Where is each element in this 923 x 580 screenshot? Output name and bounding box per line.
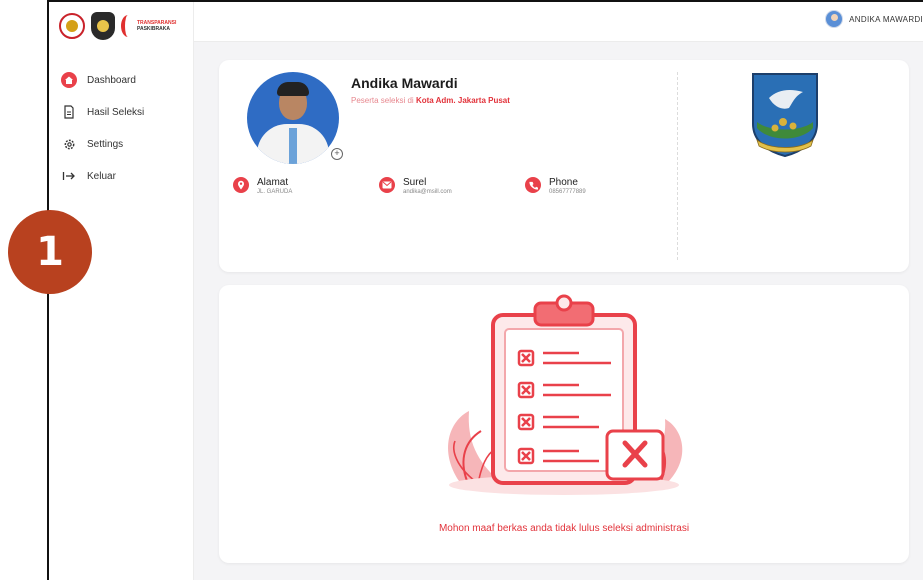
avatar[interactable]	[825, 10, 844, 28]
email-field: Surel andika@msill.com	[379, 177, 452, 197]
garuda-logo	[59, 13, 85, 39]
sidebar-item-label: Hasil Seleksi	[87, 106, 145, 118]
sidebar-item-keluar[interactable]: Keluar	[61, 160, 144, 192]
user-menu[interactable]: ANDIKA MAWARDI	[825, 10, 923, 28]
gear-icon	[61, 136, 77, 152]
logo-text-bottom: PASKIBRAKA	[137, 26, 170, 32]
sidebar-item-label: Keluar	[87, 170, 116, 182]
address-field: Alamat JL. GARUDA	[233, 177, 292, 197]
phone-value: 08567777889	[549, 189, 586, 195]
result-message: Mohon maaf berkas anda tidak lulus selek…	[438, 523, 690, 534]
sidebar-item-label: Dashboard	[87, 74, 136, 86]
sidebar-item-dashboard[interactable]: Dashboard	[61, 64, 144, 96]
address-value: JL. GARUDA	[257, 189, 293, 195]
region-emblem	[752, 73, 818, 158]
result-card: Mohon maaf berkas anda tidak lulus selek…	[219, 285, 909, 563]
profile-photo	[247, 72, 339, 164]
phone-icon	[525, 177, 541, 193]
step-badge: 1	[8, 210, 92, 294]
add-photo-icon[interactable]: +	[331, 148, 343, 160]
app-window: ANDIKA MAWARDI TRANSPARANSI PASKIBRAKA D…	[47, 0, 923, 580]
email-value: andika@msill.com	[403, 189, 452, 195]
subtitle-location: Kota Adm. Jakarta Pusat	[415, 96, 510, 105]
phone-label: Phone	[549, 177, 578, 188]
rejected-clipboard-illustration	[448, 294, 683, 495]
location-icon	[233, 177, 249, 193]
document-icon	[61, 104, 77, 120]
sidebar-item-label: Settings	[87, 138, 124, 150]
sidebar-item-hasil-seleksi[interactable]: Hasil Seleksi	[61, 96, 144, 128]
sidebar-item-settings[interactable]: Settings	[61, 128, 144, 160]
paskibraka-logo: TRANSPARANSI PASKIBRAKA	[121, 15, 176, 37]
phone-field: Phone 08567777889	[525, 177, 586, 197]
mail-icon	[379, 177, 395, 193]
profile-subtitle: Peserta seleksi di Kota Adm. Jakarta Pus…	[351, 96, 510, 105]
address-label: Alamat	[257, 177, 289, 188]
shield-logo	[91, 12, 115, 40]
sidebar: TRANSPARANSI PASKIBRAKA Dashboard Hasil …	[49, 2, 194, 580]
profile-card: + Andika Mawardi Peserta seleksi di Kota…	[219, 60, 909, 272]
email-label: Surel	[403, 177, 427, 188]
card-divider	[677, 72, 678, 260]
profile-name: Andika Mawardi	[351, 75, 458, 91]
sidebar-nav: Dashboard Hasil Seleksi Settings Keluar	[61, 64, 144, 192]
user-name: ANDIKA MAWARDI	[849, 14, 923, 24]
logout-icon	[61, 168, 77, 184]
home-icon	[61, 72, 77, 88]
logo-group: TRANSPARANSI PASKIBRAKA	[59, 12, 176, 40]
subtitle-prefix: Peserta seleksi di	[351, 96, 414, 105]
